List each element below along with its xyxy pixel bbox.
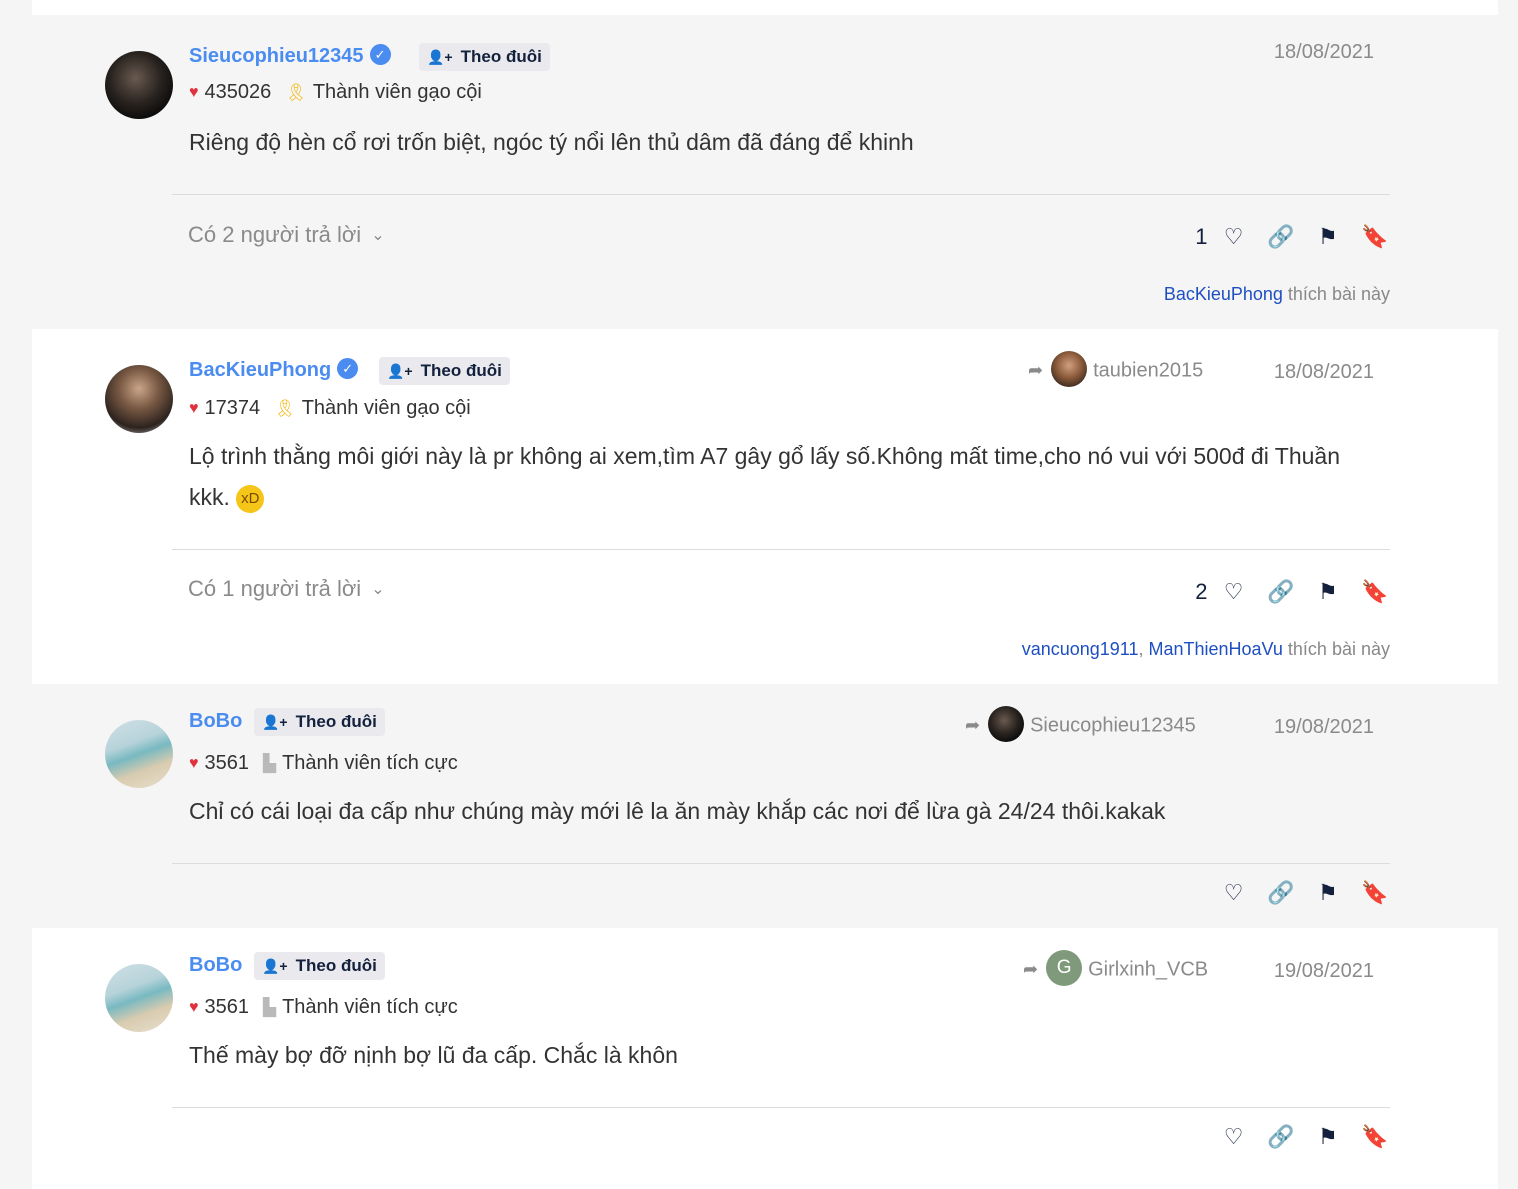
rank-label: Thành viên gạo cội bbox=[312, 81, 482, 103]
heart-icon: ♥ bbox=[189, 755, 199, 772]
medal-icon: 🎗 bbox=[274, 399, 296, 418]
reply-avatar bbox=[1051, 351, 1088, 387]
bookmark-icon[interactable]: 🔖 bbox=[1360, 1122, 1390, 1152]
divider bbox=[172, 549, 1390, 550]
likers: vancuong1911, ManThienHoaVu thích bài nà… bbox=[1021, 639, 1390, 659]
points: 3561 bbox=[204, 752, 250, 774]
avatar[interactable] bbox=[105, 365, 173, 433]
verified-check-icon: ✓ bbox=[369, 44, 391, 66]
follow-button[interactable]: 👤+ Theo đuôi bbox=[419, 43, 550, 71]
bookmark-icon[interactable]: 🔖 bbox=[1360, 577, 1390, 607]
bookmark-icon[interactable]: 🔖 bbox=[1360, 222, 1390, 252]
divider bbox=[172, 863, 1390, 864]
user-stats: ♥ 17374 🎗 Thành viên gạo cội bbox=[189, 397, 471, 420]
reply-to[interactable]: ➦ taubien2015 bbox=[1028, 351, 1203, 389]
verified-check-icon: ✓ bbox=[337, 358, 359, 380]
post-date: 18/08/2021 bbox=[1273, 41, 1374, 63]
reply-to[interactable]: ➦ G Girlxinh_VCB bbox=[1023, 950, 1208, 988]
avatar[interactable] bbox=[105, 720, 173, 788]
post-actions: 2 ♡ 🔗 ⚑ 🔖 bbox=[1195, 577, 1390, 607]
points: 3561 bbox=[204, 996, 250, 1018]
username-link[interactable]: Sieucophieu12345 ✓ bbox=[189, 44, 391, 68]
laughing-emoji-icon: xD bbox=[236, 484, 265, 513]
bookmark-icon[interactable]: 🔖 bbox=[1360, 878, 1390, 908]
replies-toggle[interactable]: Có 2 người trả lời ⌄ bbox=[188, 222, 385, 248]
liker-link[interactable]: ManThienHoaVu bbox=[1148, 639, 1282, 659]
heart-icon: ♥ bbox=[189, 999, 199, 1016]
comment-post: BoBo 👤+ Theo đuôi ♥ 3561 ▙ Thành viên tích c… bbox=[32, 928, 1498, 1172]
post-actions: 1 ♡ 🔗 ⚑ 🔖 bbox=[1195, 222, 1390, 252]
user-plus-icon: 👤+ bbox=[387, 363, 413, 379]
liker-link[interactable]: BacKieuPhong bbox=[1164, 284, 1283, 304]
medal-icon: 🎗 bbox=[285, 83, 307, 102]
heart-outline-icon[interactable]: ♡ bbox=[1219, 878, 1249, 908]
chevron-down-icon: ⌄ bbox=[371, 227, 385, 244]
like-count: 2 bbox=[1195, 579, 1208, 604]
replies-toggle[interactable]: Có 1 người trả lời ⌄ bbox=[188, 576, 385, 602]
reply-to[interactable]: ➦ Sieucophieu12345 bbox=[965, 706, 1196, 744]
avatar[interactable] bbox=[105, 51, 173, 119]
reply-avatar: G bbox=[1046, 950, 1083, 986]
reply-arrow-icon: ➦ bbox=[965, 715, 981, 736]
reply-avatar bbox=[988, 706, 1025, 742]
rank-bars-icon: ▙ bbox=[263, 998, 277, 1017]
flag-icon[interactable]: ⚑ bbox=[1313, 1122, 1343, 1152]
comment-post: BoBo 👤+ Theo đuôi ♥ 3561 ▙ Thành viên tích c… bbox=[32, 684, 1498, 928]
rank-bars-icon: ▙ bbox=[263, 754, 277, 773]
rank-label: Thành viên gạo cội bbox=[301, 397, 471, 419]
user-stats: ♥ 435026 🎗 Thành viên gạo cội bbox=[189, 81, 482, 104]
post-content: Chỉ có cái loại đa cấp như chúng mày mới… bbox=[189, 798, 1166, 824]
heart-outline-icon[interactable]: ♡ bbox=[1219, 1122, 1249, 1152]
flag-icon[interactable]: ⚑ bbox=[1313, 878, 1343, 908]
user-plus-icon: 👤+ bbox=[262, 958, 288, 974]
heart-icon: ♥ bbox=[189, 400, 199, 417]
link-icon[interactable]: 🔗 bbox=[1266, 1122, 1296, 1152]
reply-arrow-icon: ➦ bbox=[1028, 360, 1044, 381]
heart-outline-icon[interactable]: ♡ bbox=[1219, 577, 1249, 607]
post-content: Lộ trình thằng môi giới này là pr không … bbox=[189, 436, 1369, 518]
link-icon[interactable]: 🔗 bbox=[1266, 577, 1296, 607]
likers: BacKieuPhong thích bài này bbox=[1163, 284, 1390, 304]
comment-thread: Sieucophieu12345 ✓ 👤+ Theo đuôi ♥ 435026 🎗 Th… bbox=[32, 0, 1498, 1189]
comment-post: BacKieuPhong ✓ 👤+ Theo đuôi ♥ 17374 🎗 Thành v… bbox=[32, 329, 1498, 684]
post-date: 18/08/2021 bbox=[1273, 361, 1374, 383]
user-stats: ♥ 3561 ▙ Thành viên tích cực bbox=[189, 752, 458, 775]
divider bbox=[172, 194, 1390, 195]
heart-icon: ♥ bbox=[189, 84, 199, 101]
chevron-down-icon: ⌄ bbox=[371, 581, 385, 598]
username-link[interactable]: BoBo bbox=[189, 710, 242, 733]
link-icon[interactable]: 🔗 bbox=[1266, 222, 1296, 252]
follow-button[interactable]: 👤+ Theo đuôi bbox=[379, 357, 510, 385]
reply-arrow-icon: ➦ bbox=[1023, 959, 1039, 980]
post-content: Thế mày bợ đỡ nịnh bợ lũ đa cấp. Chắc là… bbox=[189, 1042, 678, 1068]
username-link[interactable]: BacKieuPhong ✓ bbox=[189, 358, 359, 382]
points: 17374 bbox=[204, 397, 261, 419]
follow-button[interactable]: 👤+ Theo đuôi bbox=[254, 708, 385, 736]
post-actions: ♡ 🔗 ⚑ 🔖 bbox=[1208, 1122, 1390, 1152]
post-date: 19/08/2021 bbox=[1273, 716, 1374, 738]
flag-icon[interactable]: ⚑ bbox=[1313, 222, 1343, 252]
follow-button[interactable]: 👤+ Theo đuôi bbox=[254, 952, 385, 980]
link-icon[interactable]: 🔗 bbox=[1266, 878, 1296, 908]
post-actions: ♡ 🔗 ⚑ 🔖 bbox=[1208, 878, 1390, 908]
rank-label: Thành viên tích cực bbox=[282, 752, 458, 774]
comment-post: Sieucophieu12345 ✓ 👤+ Theo đuôi ♥ 435026 🎗 Th… bbox=[32, 15, 1498, 329]
user-plus-icon: 👤+ bbox=[262, 714, 288, 730]
user-plus-icon: 👤+ bbox=[427, 49, 453, 65]
divider bbox=[172, 1107, 1390, 1108]
heart-outline-icon[interactable]: ♡ bbox=[1219, 222, 1249, 252]
flag-icon[interactable]: ⚑ bbox=[1313, 577, 1343, 607]
points: 435026 bbox=[204, 81, 272, 103]
rank-label: Thành viên tích cực bbox=[282, 996, 458, 1018]
avatar[interactable] bbox=[105, 964, 173, 1032]
user-stats: ♥ 3561 ▙ Thành viên tích cực bbox=[189, 996, 458, 1019]
post-date: 19/08/2021 bbox=[1273, 960, 1374, 982]
post-content: Riêng độ hèn cổ rơi trốn biệt, ngóc tý n… bbox=[189, 129, 914, 155]
username-link[interactable]: BoBo bbox=[189, 954, 242, 977]
like-count: 1 bbox=[1195, 224, 1208, 249]
liker-link[interactable]: vancuong1911 bbox=[1022, 639, 1139, 659]
